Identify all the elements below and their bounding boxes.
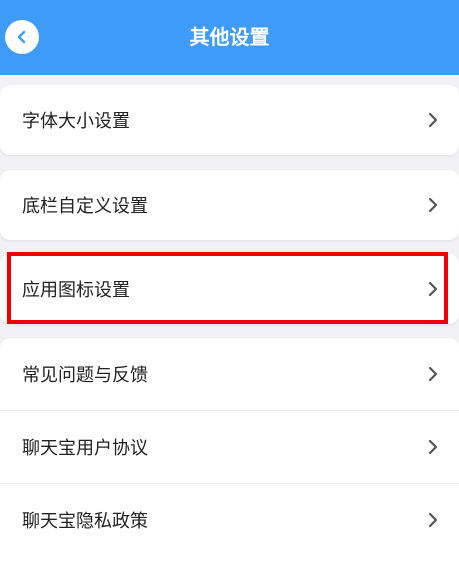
settings-item-label: 底栏自定义设置 bbox=[22, 196, 148, 217]
settings-item-label: 聊天宝用户协议 bbox=[22, 438, 148, 459]
chevron-left-icon bbox=[17, 30, 26, 44]
settings-item-label: 应用图标设置 bbox=[22, 280, 130, 301]
settings-item-privacy-policy[interactable]: 聊天宝隐私政策 bbox=[0, 484, 459, 556]
settings-item-label: 聊天宝隐私政策 bbox=[22, 511, 148, 532]
page-title: 其他设置 bbox=[189, 25, 270, 49]
settings-item-font-size[interactable]: 字体大小设置 bbox=[0, 85, 459, 155]
chevron-right-icon bbox=[428, 439, 438, 455]
settings-item-label: 字体大小设置 bbox=[22, 111, 130, 132]
settings-item-app-icon[interactable]: 应用图标设置 bbox=[0, 254, 459, 324]
chevron-right-icon bbox=[428, 512, 438, 528]
chevron-right-icon bbox=[428, 112, 438, 128]
chevron-right-icon bbox=[428, 281, 438, 297]
back-button[interactable] bbox=[5, 20, 39, 54]
settings-card-tabbar: 底栏自定义设置 bbox=[0, 170, 459, 240]
chevron-right-icon bbox=[428, 366, 438, 382]
settings-card-help: 常见问题与反馈 聊天宝用户协议 聊天宝隐私政策 bbox=[0, 338, 459, 568]
chevron-right-icon bbox=[428, 197, 438, 213]
settings-item-user-agreement[interactable]: 聊天宝用户协议 bbox=[0, 411, 459, 483]
settings-item-tabbar-custom[interactable]: 底栏自定义设置 bbox=[0, 170, 459, 240]
settings-card-app-icon: 应用图标设置 bbox=[0, 254, 459, 324]
settings-item-faq[interactable]: 常见问题与反馈 bbox=[0, 338, 459, 410]
header-bar: 其他设置 bbox=[0, 0, 459, 75]
settings-card-font: 字体大小设置 bbox=[0, 85, 459, 155]
settings-item-label: 常见问题与反馈 bbox=[22, 365, 148, 386]
